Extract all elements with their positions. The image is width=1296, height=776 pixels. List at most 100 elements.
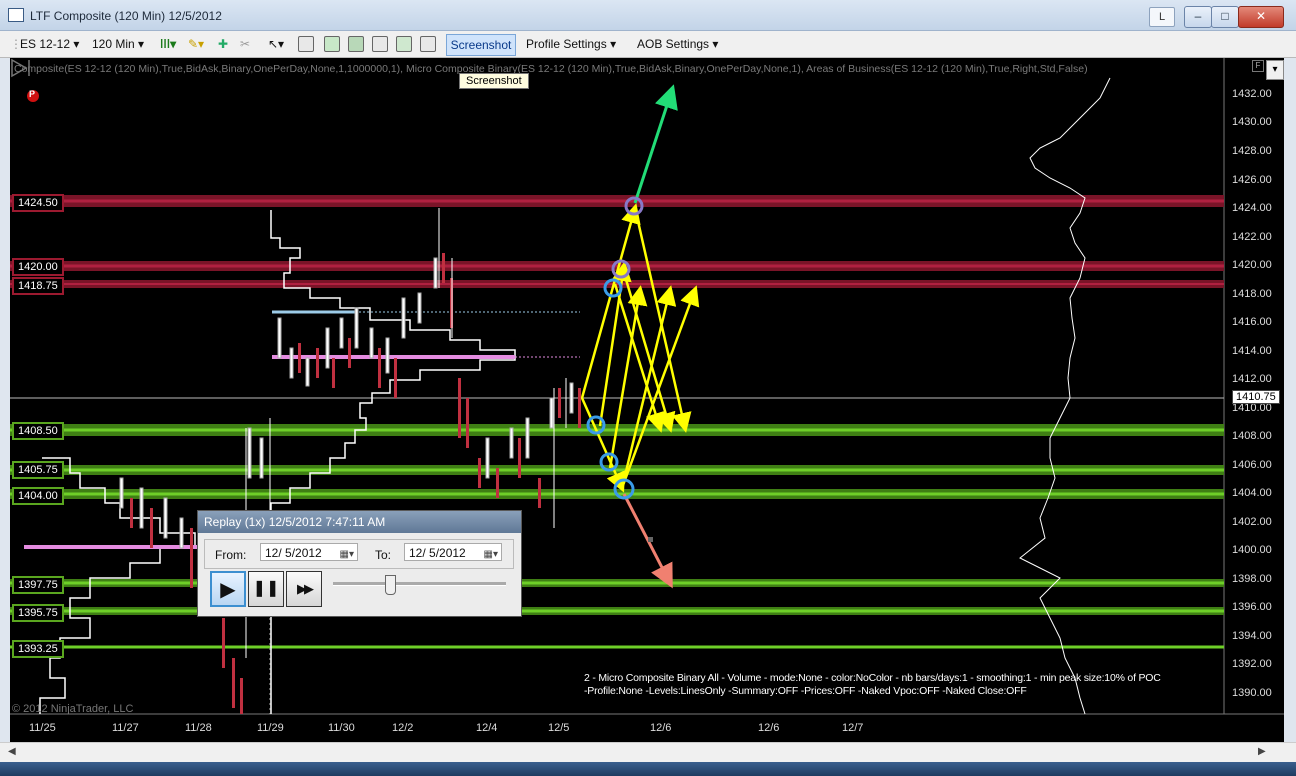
- data-box-icon[interactable]: [348, 36, 364, 52]
- calendar-dropdown-icon[interactable]: ▦▾: [484, 546, 498, 564]
- price-tick: 1390.00: [1232, 687, 1272, 699]
- to-date-value: 12/ 5/2012: [409, 546, 466, 560]
- horizontal-scrollbar[interactable]: ◀ ▶: [0, 742, 1296, 763]
- screenshot-button[interactable]: Screenshot: [446, 34, 516, 56]
- price-tick: 1404.00: [1232, 487, 1272, 499]
- copyright: © 2012 NinjaTrader, LLC: [12, 703, 134, 715]
- chevron-down-icon: ▾: [138, 37, 145, 51]
- speed-slider-track[interactable]: [333, 582, 506, 586]
- resistance-label: 1420.00: [12, 258, 64, 276]
- chart-trader-icon[interactable]: [372, 36, 388, 52]
- date-tick: 12/2: [392, 722, 414, 734]
- date-tick: 11/30: [328, 722, 355, 734]
- price-tick: 1406.00: [1232, 459, 1272, 471]
- chevron-down-icon: ▾: [610, 37, 617, 51]
- replay-title[interactable]: Replay (1x) 12/5/2012 7:47:11 AM: [198, 511, 521, 533]
- link-button[interactable]: L: [1149, 7, 1175, 27]
- chart-canvas: [10, 58, 1284, 715]
- volume-profile: [1019, 77, 1111, 715]
- date-tick: 12/4: [476, 722, 498, 734]
- date-tick: 12/7: [842, 722, 864, 734]
- replay-panel: Replay (1x) 12/5/2012 7:47:11 AM From: 1…: [197, 510, 522, 617]
- chevron-down-icon: ▾: [712, 37, 719, 51]
- price-tick: 1394.00: [1232, 630, 1272, 642]
- price-tick: 1432.00: [1232, 88, 1272, 100]
- profile-settings-menu[interactable]: Profile Settings ▾: [526, 35, 616, 53]
- date-tick: 12/6: [758, 722, 780, 734]
- support-label: 1395.75: [12, 604, 64, 622]
- pause-button[interactable]: ❚❚: [248, 571, 284, 607]
- aob-settings-label: AOB Settings: [637, 37, 710, 51]
- price-candles: [119, 257, 574, 549]
- instrument-selector[interactable]: ES 12-12 ▾: [20, 35, 79, 53]
- screenshot-tooltip: Screenshot: [459, 73, 529, 89]
- maximize-button[interactable]: □: [1211, 6, 1239, 28]
- from-label: From:: [215, 548, 247, 562]
- target-down-arrow: [622, 493, 673, 589]
- current-price-label: 1410.75: [1232, 390, 1280, 404]
- price-tick: 1424.00: [1232, 202, 1272, 214]
- chevron-down-icon: ▾: [73, 37, 80, 51]
- properties-icon[interactable]: [420, 36, 436, 52]
- remove-indicator-icon[interactable]: ✂: [240, 35, 250, 53]
- support-label: 1404.00: [12, 487, 64, 505]
- price-tick: 1408.00: [1232, 430, 1272, 442]
- price-tick: 1396.00: [1232, 601, 1272, 613]
- to-date-input[interactable]: 12/ 5/2012 ▦▾: [404, 543, 502, 561]
- date-tick: 12/5: [548, 722, 570, 734]
- price-tick: 1418.00: [1232, 288, 1272, 300]
- profile-settings-label: Profile Settings: [526, 37, 607, 51]
- interval-selector[interactable]: 120 Min ▾: [92, 35, 144, 53]
- support-label: 1405.75: [12, 461, 64, 479]
- resistance-label: 1418.75: [12, 277, 64, 295]
- calendar-dropdown-icon[interactable]: ▦▾: [340, 546, 354, 564]
- chart-toolbar: ⋮ ES 12-12 ▾ 120 Min ▾ ǀǀǀ▾ ✎▾ ✚ ✂ ↖▾ Sc…: [0, 31, 1296, 58]
- play-button[interactable]: ▶: [210, 571, 246, 607]
- support-label: 1393.25: [12, 640, 64, 658]
- from-date-value: 12/ 5/2012: [265, 546, 322, 560]
- scroll-left-icon[interactable]: ◀: [8, 746, 16, 757]
- trade-scenario-arrows: [580, 203, 700, 493]
- pencil-icon[interactable]: ✎▾: [188, 35, 204, 53]
- price-tick: 1422.00: [1232, 231, 1272, 243]
- format-box[interactable]: F: [1252, 60, 1264, 72]
- indicator-info-line: 2 - Micro Composite Binary All - Volume …: [584, 672, 1161, 684]
- to-label: To:: [375, 548, 392, 562]
- minimize-button[interactable]: –: [1184, 6, 1212, 28]
- price-tick: 1426.00: [1232, 174, 1272, 186]
- interval-label: 120 Min: [92, 37, 135, 51]
- indicator-parameters: Composite(ES 12-12 (120 Min),True,BidAsk…: [14, 63, 1088, 75]
- aob-settings-menu[interactable]: AOB Settings ▾: [637, 35, 718, 53]
- speed-slider-thumb[interactable]: [385, 575, 396, 595]
- date-tick: 11/29: [257, 722, 284, 734]
- indicator-info-line: -Profile:None -Levels:LinesOnly -Summary…: [584, 685, 1027, 697]
- from-date-input[interactable]: 12/ 5/2012 ▦▾: [260, 543, 358, 561]
- price-tick: 1398.00: [1232, 573, 1272, 585]
- add-indicator-icon[interactable]: ✚: [218, 35, 228, 53]
- strategy-icon[interactable]: [324, 36, 340, 52]
- price-tick: 1402.00: [1232, 516, 1272, 528]
- chart-menu-dropdown[interactable]: ▾: [1266, 60, 1284, 80]
- dollar-icon[interactable]: [396, 36, 412, 52]
- price-tick: 1400.00: [1232, 544, 1272, 556]
- close-button[interactable]: ✕: [1238, 6, 1284, 28]
- bar-type-icon[interactable]: ǀǀǀ▾: [160, 35, 176, 53]
- window-title: LTF Composite (120 Min) 12/5/2012: [30, 9, 222, 23]
- support-label: 1408.50: [12, 422, 64, 440]
- fast-forward-button[interactable]: ▶▶: [286, 571, 322, 607]
- cursor-icon[interactable]: ↖▾: [268, 35, 284, 53]
- price-tick: 1414.00: [1232, 345, 1272, 357]
- chart-window-icon: [8, 8, 24, 22]
- resistance-label: 1424.50: [12, 194, 64, 212]
- price-tick: 1430.00: [1232, 116, 1272, 128]
- date-tick: 11/28: [185, 722, 212, 734]
- scroll-right-icon[interactable]: ▶: [1258, 746, 1266, 757]
- jump-to-end-icon[interactable]: [10, 58, 32, 78]
- price-tick: 1416.00: [1232, 316, 1272, 328]
- taskbar: [0, 762, 1296, 776]
- zoom-icon[interactable]: [298, 36, 314, 52]
- price-chart[interactable]: Composite(ES 12-12 (120 Min),True,BidAsk…: [10, 58, 1284, 742]
- date-tick: 12/6: [650, 722, 672, 734]
- price-tick: 1412.00: [1232, 373, 1272, 385]
- date-tick: 11/25: [29, 722, 56, 734]
